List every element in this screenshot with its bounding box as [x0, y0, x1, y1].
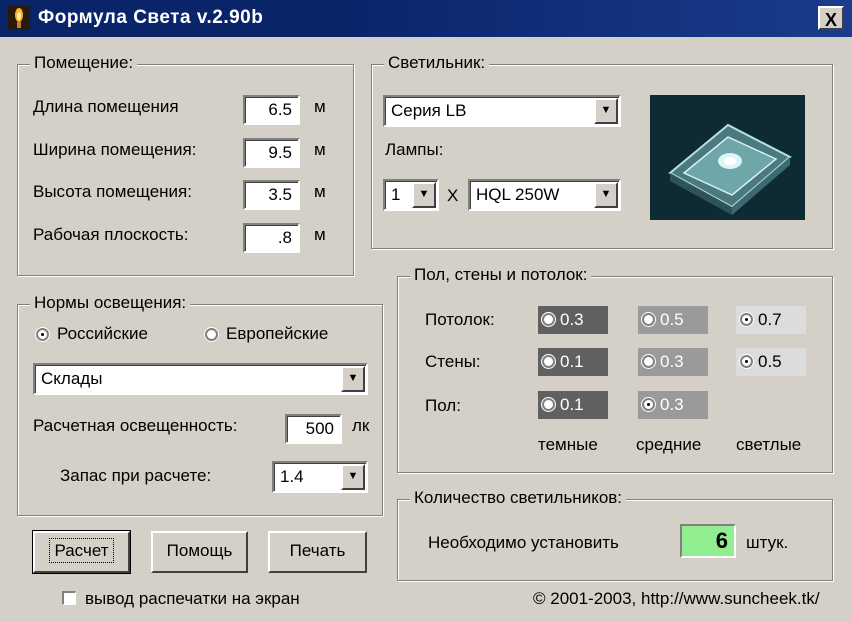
room-width-unit: м	[314, 140, 326, 159]
norms-group-title: Нормы освещения:	[30, 293, 191, 313]
radio-button[interactable]	[642, 355, 655, 368]
reserve-label: Запас при расчете:	[60, 466, 212, 485]
count-label: Необходимо установить	[428, 533, 619, 552]
reflectance-group-title: Пол, стены и потолок:	[410, 265, 592, 285]
ceiling-label: Потолок:	[425, 310, 495, 329]
room-length-label: Длина помещения	[33, 97, 179, 116]
floor-medium-option[interactable]: 0.3	[638, 391, 708, 419]
window-title: Формула Света v.2.90b	[38, 7, 264, 28]
print-button-label: Печать	[289, 541, 346, 560]
floor-label: Пол:	[425, 396, 461, 415]
help-button-label: Помощь	[166, 541, 233, 560]
count-group-title: Количество светильников:	[410, 488, 627, 508]
chevron-down-icon[interactable]: ▼	[341, 464, 365, 490]
norms-eu-radio[interactable]	[205, 328, 218, 341]
work-plane-input[interactable]: .8	[243, 223, 300, 253]
ceiling-dark-option[interactable]: 0.3	[538, 306, 608, 334]
room-width-label: Ширина помещения:	[33, 140, 197, 159]
option-value: 0.1	[560, 352, 584, 371]
walls-medium-option[interactable]: 0.3	[638, 348, 708, 376]
luminaire-group-title: Светильник:	[384, 53, 490, 73]
lamp-count-value: 1	[391, 185, 401, 204]
luminaire-image	[650, 95, 805, 220]
column-medium-label: средние	[636, 435, 702, 454]
close-button[interactable]: X	[818, 6, 844, 30]
room-height-unit: м	[314, 182, 326, 201]
floor-dark-option[interactable]: 0.1	[538, 391, 608, 419]
chevron-down-icon[interactable]: ▼	[594, 182, 618, 208]
room-width-input[interactable]: 9.5	[243, 138, 300, 168]
radio-button[interactable]	[542, 313, 555, 326]
illum-input[interactable]: 500	[285, 414, 342, 444]
work-plane-unit: м	[314, 225, 326, 244]
radio-button[interactable]	[542, 398, 555, 411]
lamp-type-select[interactable]: HQL 250W ▼	[468, 179, 621, 211]
reserve-select[interactable]: 1.4 ▼	[272, 461, 368, 493]
ceiling-medium-option[interactable]: 0.5	[638, 306, 708, 334]
option-value: 0.5	[758, 352, 782, 371]
radio-button-selected[interactable]	[740, 313, 753, 326]
lamp-count-select[interactable]: 1 ▼	[383, 179, 439, 211]
walls-light-option[interactable]: 0.5	[736, 348, 806, 376]
column-light-label: светлые	[736, 435, 802, 454]
times-sign: X	[447, 186, 459, 205]
illum-unit: лк	[352, 416, 370, 435]
print-button[interactable]: Печать	[268, 531, 367, 573]
print-to-screen-checkbox[interactable]	[62, 591, 76, 605]
count-unit: штук.	[746, 533, 789, 552]
ceiling-light-option[interactable]: 0.7	[736, 306, 806, 334]
print-to-screen-label[interactable]: вывод распечатки на экран	[85, 589, 300, 609]
lamp-type-value: HQL 250W	[476, 185, 560, 204]
room-length-unit: м	[314, 97, 326, 116]
calc-button-label: Расчет	[49, 538, 114, 563]
close-icon: X	[824, 10, 837, 30]
option-value: 0.3	[560, 310, 584, 329]
option-value: 0.5	[660, 310, 684, 329]
series-value: Серия LB	[391, 101, 467, 120]
illum-label: Расчетная освещенность:	[33, 416, 238, 435]
copyright-text: © 2001-2003, http://www.suncheek.tk/	[533, 589, 820, 608]
walls-dark-option[interactable]: 0.1	[538, 348, 608, 376]
norms-ru-radio[interactable]	[36, 328, 49, 341]
calc-button[interactable]: Расчет	[32, 530, 131, 574]
title-bar: Формула Света v.2.90b X	[0, 0, 852, 37]
radio-button-selected[interactable]	[642, 398, 655, 411]
radio-button-selected[interactable]	[740, 355, 753, 368]
lamps-label: Лампы:	[385, 140, 444, 159]
room-height-input[interactable]: 3.5	[243, 180, 300, 210]
norms-eu-label[interactable]: Европейские	[226, 324, 328, 344]
chevron-down-icon[interactable]: ▼	[341, 366, 365, 392]
category-select[interactable]: Склады ▼	[33, 363, 368, 395]
norms-ru-label[interactable]: Российские	[57, 324, 148, 344]
room-height-label: Высота помещения:	[33, 182, 192, 201]
candle-icon	[8, 6, 30, 30]
series-select[interactable]: Серия LB ▼	[383, 95, 621, 127]
radio-button[interactable]	[542, 355, 555, 368]
option-value: 0.3	[660, 395, 684, 414]
work-plane-label: Рабочая плоскость:	[33, 225, 189, 244]
count-value: 6	[680, 524, 736, 558]
help-button[interactable]: Помощь	[151, 531, 248, 573]
walls-label: Стены:	[425, 352, 481, 371]
radio-button[interactable]	[642, 313, 655, 326]
category-value: Склады	[41, 369, 103, 388]
column-dark-label: темные	[538, 435, 598, 454]
chevron-down-icon[interactable]: ▼	[594, 98, 618, 124]
room-group-title: Помещение:	[30, 53, 138, 73]
option-value: 0.3	[660, 352, 684, 371]
option-value: 0.7	[758, 310, 782, 329]
room-length-input[interactable]: 6.5	[243, 95, 300, 125]
reserve-value: 1.4	[280, 467, 304, 486]
chevron-down-icon[interactable]: ▼	[412, 182, 436, 208]
option-value: 0.1	[560, 395, 584, 414]
